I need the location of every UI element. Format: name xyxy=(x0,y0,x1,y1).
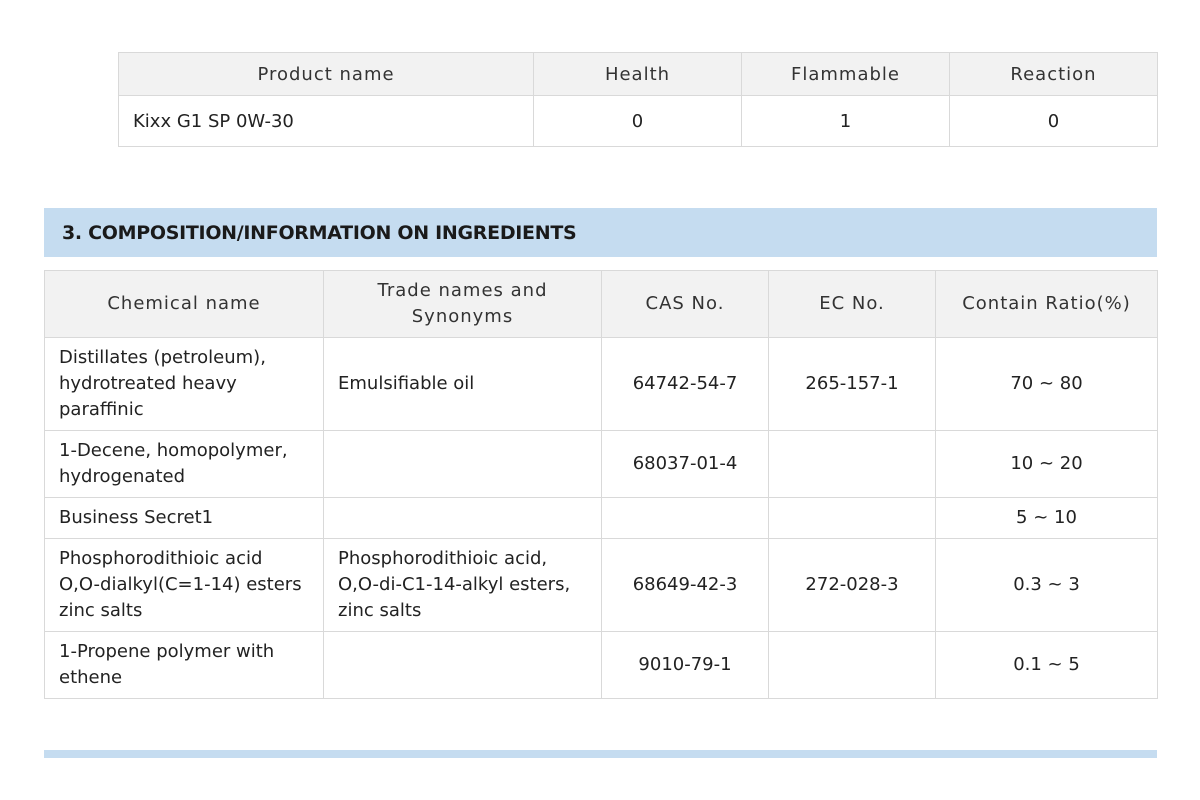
header-trade-names: Trade names and Synonyms xyxy=(323,270,602,338)
chemical-name-cell: Business Secret1 xyxy=(44,497,324,539)
nfpa-rating-table: Product name Health Flammable Reaction K… xyxy=(118,52,1158,147)
flammable-cell: 1 xyxy=(741,95,950,147)
table-row: 1-Propene polymer with ethene 9010-79-1 … xyxy=(44,631,1158,699)
next-section-header xyxy=(44,750,1157,758)
composition-table: Chemical name Trade names and Synonyms C… xyxy=(44,270,1158,699)
ec-no-cell: 265-157-1 xyxy=(768,337,936,431)
ec-no-cell xyxy=(768,430,936,498)
chemical-name-cell: 1-Decene, homopolymer, hydrogenated xyxy=(44,430,324,498)
trade-name-cell: Emulsifiable oil xyxy=(323,337,602,431)
section-3-title: 3. COMPOSITION/INFORMATION ON INGREDIENT… xyxy=(62,221,577,244)
ec-no-cell xyxy=(768,497,936,539)
table-row: Phosphorodithioic acid O,O-dialkyl(C=1-1… xyxy=(44,538,1158,632)
table-row: Distillates (petroleum), hydrotreated he… xyxy=(44,337,1158,431)
cas-no-cell: 64742-54-7 xyxy=(601,337,769,431)
header-product-name: Product name xyxy=(118,52,534,96)
header-cas-no: CAS No. xyxy=(601,270,769,338)
composition-header-row: Chemical name Trade names and Synonyms C… xyxy=(44,270,1158,338)
table-row: Business Secret1 5 ~ 10 xyxy=(44,497,1158,539)
header-ec-no: EC No. xyxy=(768,270,936,338)
ec-no-cell xyxy=(768,631,936,699)
product-name-cell: Kixx G1 SP 0W-30 xyxy=(118,95,534,147)
nfpa-header-row: Product name Health Flammable Reaction xyxy=(118,52,1158,96)
reaction-cell: 0 xyxy=(949,95,1158,147)
section-3-header: 3. COMPOSITION/INFORMATION ON INGREDIENT… xyxy=(44,208,1157,257)
header-health: Health xyxy=(533,52,742,96)
ratio-cell: 5 ~ 10 xyxy=(935,497,1158,539)
chemical-name-cell: 1-Propene polymer with ethene xyxy=(44,631,324,699)
trade-name-cell xyxy=(323,497,602,539)
chemical-name-cell: Distillates (petroleum), hydrotreated he… xyxy=(44,337,324,431)
ec-no-cell: 272-028-3 xyxy=(768,538,936,632)
header-reaction: Reaction xyxy=(949,52,1158,96)
trade-name-cell xyxy=(323,430,602,498)
ratio-cell: 0.1 ~ 5 xyxy=(935,631,1158,699)
header-flammable: Flammable xyxy=(741,52,950,96)
health-cell: 0 xyxy=(533,95,742,147)
nfpa-data-row: Kixx G1 SP 0W-30 0 1 0 xyxy=(118,95,1158,147)
ratio-cell: 0.3 ~ 3 xyxy=(935,538,1158,632)
cas-no-cell: 9010-79-1 xyxy=(601,631,769,699)
cas-no-cell xyxy=(601,497,769,539)
chemical-name-cell: Phosphorodithioic acid O,O-dialkyl(C=1-1… xyxy=(44,538,324,632)
cas-no-cell: 68649-42-3 xyxy=(601,538,769,632)
ratio-cell: 70 ~ 80 xyxy=(935,337,1158,431)
ratio-cell: 10 ~ 20 xyxy=(935,430,1158,498)
trade-name-cell xyxy=(323,631,602,699)
table-row: 1-Decene, homopolymer, hydrogenated 6803… xyxy=(44,430,1158,498)
cas-no-cell: 68037-01-4 xyxy=(601,430,769,498)
header-contain-ratio: Contain Ratio(%) xyxy=(935,270,1158,338)
header-chemical-name: Chemical name xyxy=(44,270,324,338)
trade-name-cell: Phosphorodithioic acid, O,O-di-C1-14-alk… xyxy=(323,538,602,632)
